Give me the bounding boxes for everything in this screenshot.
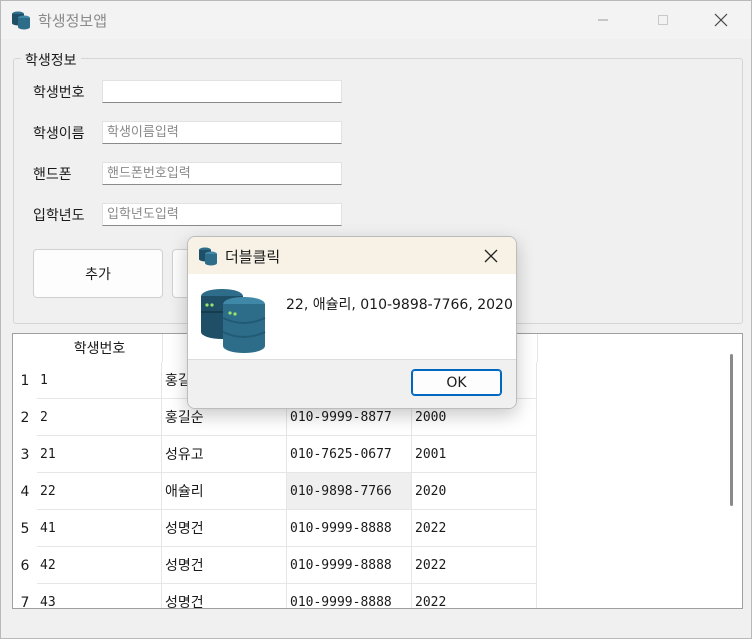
add-button[interactable]: 추가 (33, 249, 163, 298)
phone-input[interactable] (102, 162, 342, 185)
table-cell[interactable]: 2022 (412, 584, 537, 608)
table-cell[interactable]: 22 (37, 473, 162, 510)
student-name-input[interactable] (102, 121, 342, 144)
group-legend: 학생정보 (21, 50, 81, 70)
admission-year-input[interactable] (102, 203, 342, 226)
table-cell[interactable]: 010-7625-0677 (287, 436, 412, 473)
row-header[interactable]: 2 (13, 399, 37, 436)
table-cell[interactable]: 성명건 (162, 547, 287, 584)
table-cell[interactable]: 010-9999-8888 (287, 547, 412, 584)
main-window: 학생정보앱 학생정보 학생번호 학생이름 핸드폰 입학년도 추가 학생번호 1 … (0, 0, 752, 639)
database-icon (198, 246, 218, 266)
ok-button[interactable]: OK (411, 369, 502, 396)
database-icon (200, 288, 266, 354)
table-cell[interactable]: 성명건 (162, 584, 287, 608)
close-button[interactable] (698, 1, 744, 39)
close-icon (714, 13, 728, 27)
table-cell[interactable]: 성유고 (162, 436, 287, 473)
close-icon (484, 249, 498, 263)
table-cell[interactable]: 41 (37, 510, 162, 547)
dialog-body: 22, 애슐리, 010-9898-7766, 2020 (188, 274, 516, 359)
student-name-label: 학생이름 (33, 126, 85, 142)
table-cell[interactable]: 2020 (412, 473, 537, 510)
admission-year-label: 입학년도 (33, 208, 85, 224)
title-bar[interactable]: 학생정보앱 (1, 1, 751, 39)
table-cell[interactable]: 애슐리 (162, 473, 287, 510)
row-header[interactable]: 3 (13, 436, 37, 473)
table-cell[interactable]: 2022 (412, 547, 537, 584)
maximize-icon (658, 15, 668, 25)
minimize-icon (598, 19, 608, 21)
column-header-student-id[interactable]: 학생번호 (37, 334, 162, 362)
dialog-close-button[interactable] (478, 243, 504, 269)
row-header[interactable]: 5 (13, 510, 37, 547)
table-cell[interactable]: 42 (37, 547, 162, 584)
student-id-label: 학생번호 (33, 85, 85, 101)
student-id-input[interactable] (102, 80, 342, 103)
vertical-scrollbar[interactable] (722, 334, 742, 608)
maximize-button[interactable] (640, 1, 686, 39)
minimize-button[interactable] (580, 1, 626, 39)
table-cell[interactable]: 010-9999-8888 (287, 510, 412, 547)
column-divider (537, 334, 538, 362)
dialog-message: 22, 애슐리, 010-9898-7766, 2020 (286, 297, 513, 313)
table-cell[interactable]: 2022 (412, 510, 537, 547)
column-divider (162, 334, 163, 362)
phone-label: 핸드폰 (33, 167, 72, 183)
scrollbar-thumb[interactable] (730, 354, 733, 506)
dialog-title: 더블클릭 (225, 248, 281, 266)
table-cell[interactable]: 2 (37, 399, 162, 436)
row-header[interactable]: 6 (13, 547, 37, 584)
dialog-title-bar[interactable]: 더블클릭 (188, 237, 516, 274)
row-header[interactable]: 1 (13, 362, 37, 399)
database-icon (11, 10, 31, 30)
table-cell[interactable]: 1 (37, 362, 162, 399)
message-dialog: 더블클릭 22, 애슐리, 010-9898-7766, 2020 OK (187, 236, 517, 409)
dialog-footer: OK (188, 359, 516, 408)
window-title: 학생정보앱 (38, 12, 108, 30)
table-cell[interactable]: 43 (37, 584, 162, 608)
table-cell[interactable]: 성명건 (162, 510, 287, 547)
row-header[interactable]: 4 (13, 473, 37, 510)
table-cell[interactable]: 21 (37, 436, 162, 473)
row-header[interactable]: 7 (13, 584, 37, 609)
table-cell[interactable]: 2001 (412, 436, 537, 473)
table-cell-selected[interactable]: 010-9898-7766 (287, 473, 412, 510)
table-cell[interactable]: 010-9999-8888 (287, 584, 412, 608)
